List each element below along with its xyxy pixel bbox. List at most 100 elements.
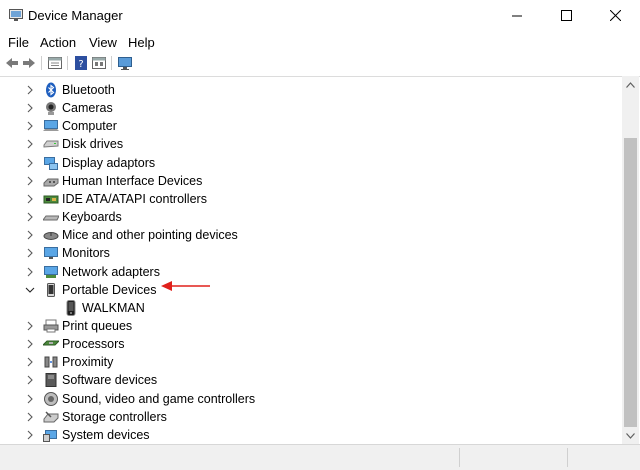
mouse-icon [43, 227, 59, 243]
computer-icon [43, 118, 59, 134]
walkman-icon [63, 299, 79, 316]
help-icon[interactable]: ? [73, 55, 89, 71]
tree-category[interactable]: Cameras [0, 99, 600, 117]
scroll-thumb[interactable] [624, 138, 637, 427]
chevron-right-icon[interactable] [24, 157, 36, 169]
storage-controller-icon [43, 409, 59, 425]
tree-category[interactable]: Software devices [0, 371, 600, 389]
tree-child-item[interactable]: WALKMAN [0, 299, 600, 317]
minimize-button[interactable] [494, 0, 540, 31]
properties-icon[interactable] [47, 55, 63, 71]
chevron-right-icon[interactable] [24, 411, 36, 423]
tree-item-label: Storage controllers [62, 409, 167, 424]
chevron-right-icon[interactable] [24, 356, 36, 368]
chevron-right-icon[interactable] [24, 247, 36, 259]
forward-icon[interactable] [21, 55, 37, 71]
toolbar-separator [111, 56, 112, 70]
chevron-down-icon[interactable] [24, 284, 36, 296]
sound-icon [43, 391, 59, 407]
maximize-button[interactable] [543, 0, 589, 31]
tree-category[interactable]: Network adapters [0, 263, 600, 281]
tree-category[interactable]: Proximity [0, 353, 600, 371]
tree-category[interactable]: Disk drives [0, 135, 600, 153]
tree-category[interactable]: Portable Devices [0, 281, 600, 299]
chevron-right-icon[interactable] [24, 120, 36, 132]
tree-item-label: Monitors [62, 246, 110, 261]
back-icon[interactable] [4, 55, 20, 71]
tree-item-label: Bluetooth [62, 83, 115, 97]
tree-category[interactable]: Bluetooth [0, 81, 600, 99]
software-device-icon [43, 372, 59, 388]
menu-bar: File Action View Help [0, 33, 640, 51]
window-title: Device Manager [28, 8, 123, 23]
hid-icon [43, 173, 59, 189]
tree-item-label: Mice and other pointing devices [62, 228, 238, 243]
chevron-right-icon[interactable] [24, 320, 36, 332]
tree-item-label: Computer [62, 119, 117, 134]
disk-drive-icon [43, 136, 59, 152]
menu-help[interactable]: Help [128, 35, 155, 50]
vertical-scrollbar[interactable] [622, 76, 639, 444]
tree-category[interactable]: Sound, video and game controllers [0, 390, 600, 408]
chevron-right-icon[interactable] [24, 229, 36, 241]
chevron-right-icon[interactable] [24, 138, 36, 150]
close-button[interactable] [592, 0, 638, 31]
title-bar: Device Manager [0, 0, 640, 31]
tree-item-label: System devices [62, 427, 150, 442]
chevron-right-icon[interactable] [24, 429, 36, 441]
tree-item-label: Display adaptors [62, 155, 156, 170]
tree-item-label: Proximity [62, 355, 114, 370]
printer-icon [43, 318, 59, 334]
tree-item-label: Software devices [62, 373, 158, 388]
update-driver-icon[interactable] [91, 55, 107, 71]
device-tree: Bluetooth Cameras Computer Disk drives Displ… [0, 76, 640, 445]
tree-category[interactable]: IDE ATA/ATAPI controllers [0, 190, 600, 208]
monitor-icon[interactable] [117, 55, 133, 71]
bluetooth-icon [43, 82, 59, 98]
tree-item-label: Network adapters [62, 264, 160, 279]
chevron-right-icon[interactable] [24, 393, 36, 405]
annotation-arrow [161, 281, 210, 291]
display-adaptor-icon [43, 155, 59, 171]
menu-file[interactable]: File [8, 35, 29, 50]
chevron-right-icon[interactable] [24, 338, 36, 350]
chevron-right-icon[interactable] [24, 266, 36, 278]
tree-item-label: Print queues [62, 318, 133, 333]
proximity-icon [43, 354, 59, 370]
status-divider [567, 448, 568, 467]
chevron-right-icon[interactable] [24, 193, 36, 205]
scroll-up-button[interactable] [622, 76, 639, 93]
chevron-right-icon[interactable] [24, 374, 36, 386]
keyboard-icon [42, 209, 60, 225]
tree-category[interactable]: Storage controllers [0, 408, 600, 426]
monitor-icon [43, 245, 59, 261]
status-bar [0, 444, 640, 470]
tree-item-label: IDE ATA/ATAPI controllers [62, 191, 207, 206]
tree-category[interactable]: Human Interface Devices [0, 172, 600, 190]
menu-action[interactable]: Action [40, 35, 76, 50]
portable-device-icon [43, 282, 59, 298]
toolbar: ? [0, 53, 640, 73]
tree-category[interactable]: Monitors [0, 244, 600, 262]
chevron-right-icon[interactable] [24, 175, 36, 187]
tree-category[interactable]: Mice and other pointing devices [0, 226, 600, 244]
tree-category[interactable]: Computer [0, 117, 600, 135]
scroll-down-button[interactable] [622, 427, 639, 444]
chevron-right-icon[interactable] [24, 102, 36, 114]
system-device-icon [43, 427, 59, 443]
chevron-right-icon[interactable] [24, 84, 36, 96]
tree-category[interactable]: Display adaptors [0, 154, 600, 172]
status-divider [459, 448, 460, 467]
device-manager-icon [9, 9, 23, 21]
tree-item-label: WALKMAN [82, 300, 145, 315]
menu-view[interactable]: View [89, 35, 117, 50]
toolbar-separator [41, 56, 42, 70]
tree-item-label: Disk drives [62, 137, 124, 152]
tree-category[interactable]: Processors [0, 335, 600, 353]
tree-category[interactable]: Keyboards [0, 208, 600, 226]
chevron-right-icon[interactable] [24, 211, 36, 223]
tree-category[interactable]: System devices [0, 426, 600, 444]
tree-category[interactable]: Print queues [0, 317, 600, 335]
tree-item-label: Human Interface Devices [62, 173, 203, 188]
tree-item-label: Processors [62, 337, 125, 352]
